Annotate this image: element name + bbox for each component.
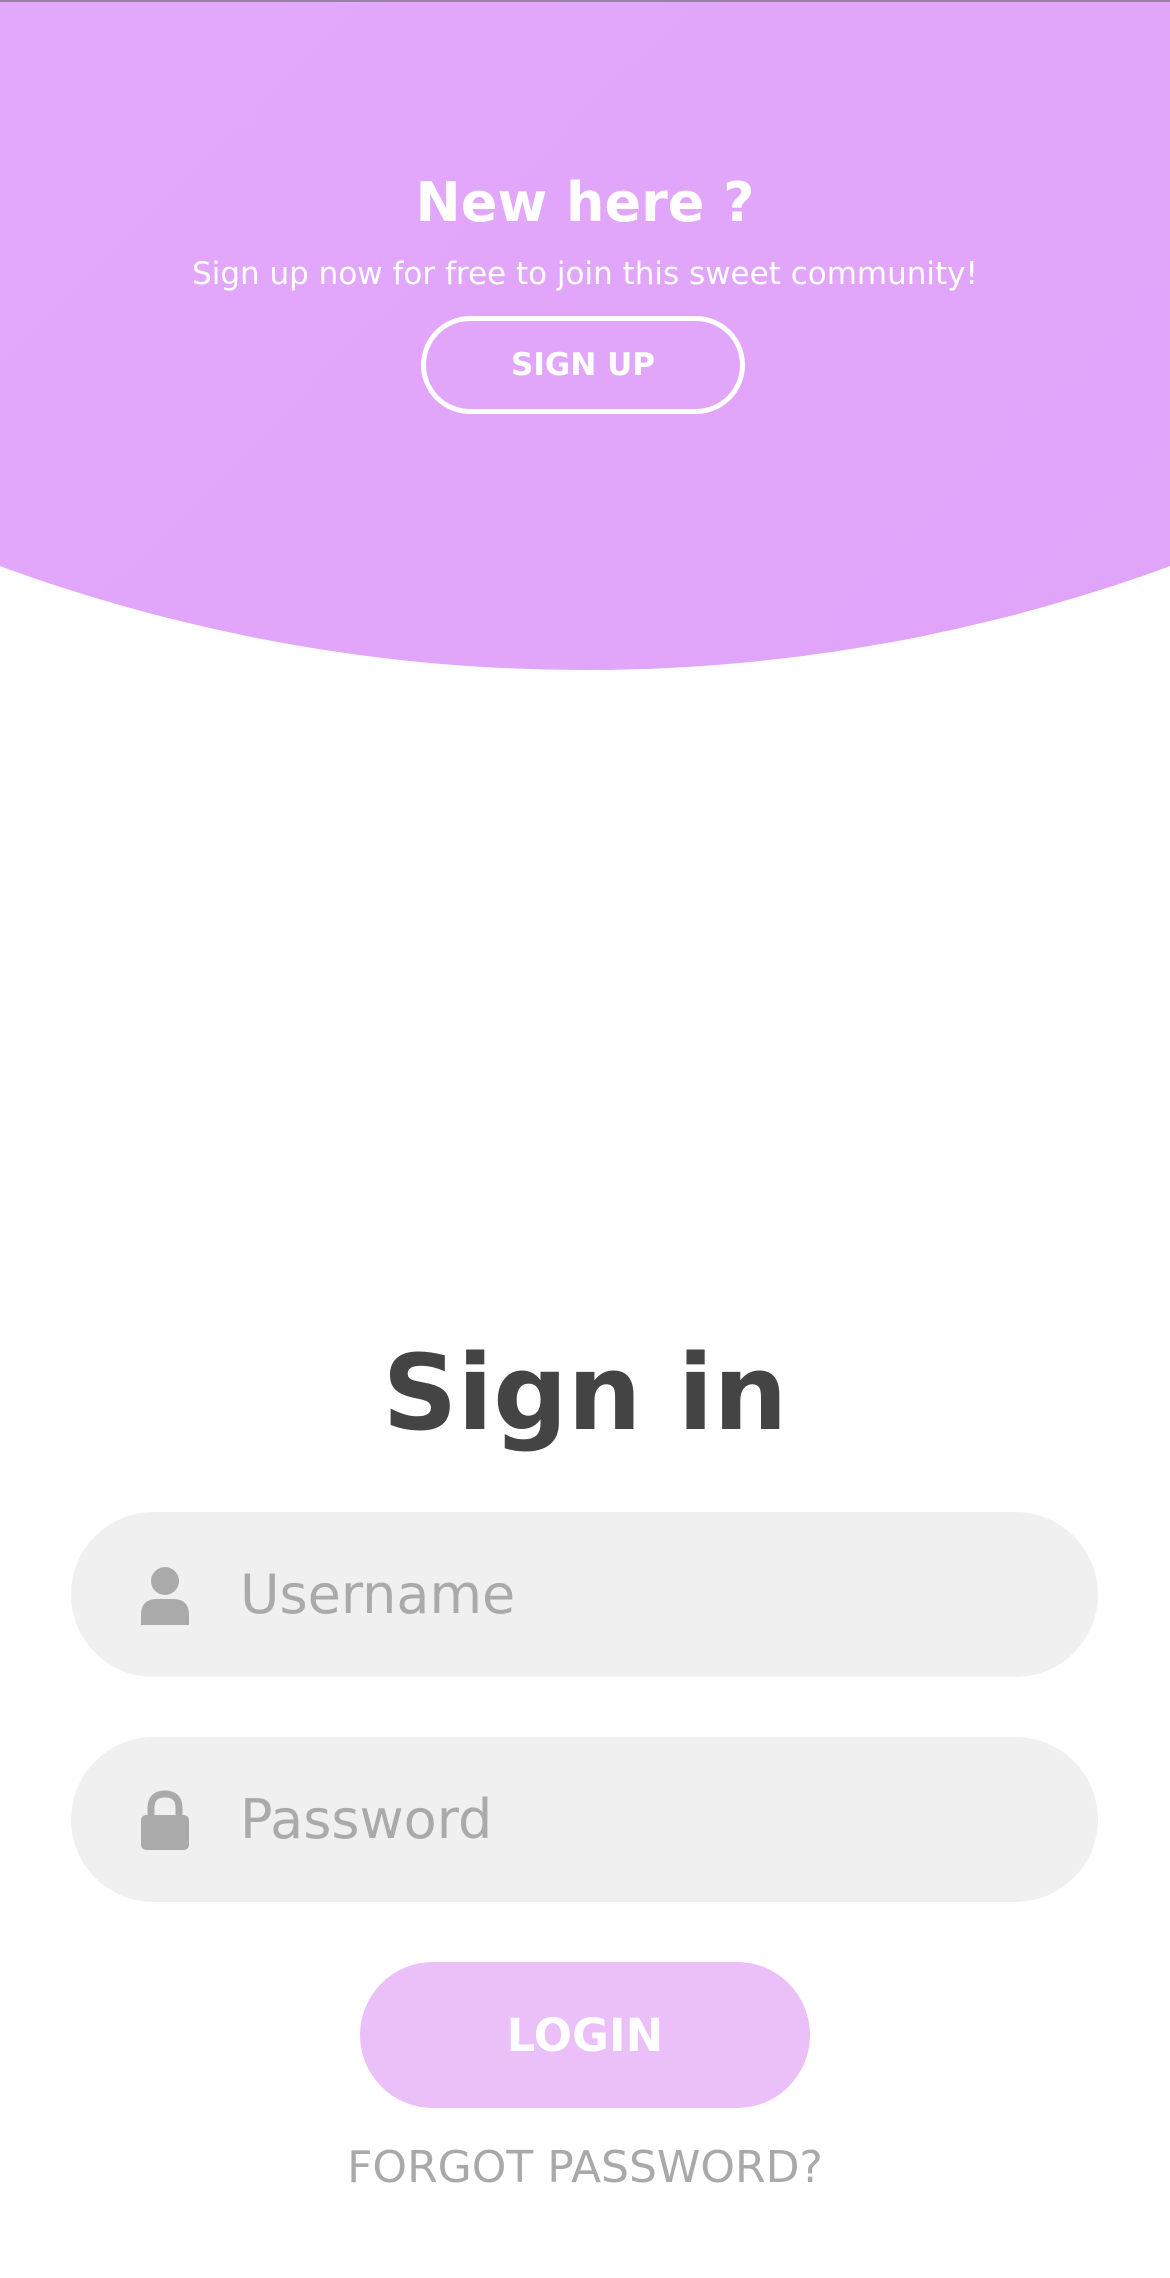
username-placeholder: Username: [240, 1563, 516, 1626]
signup-panel-subtitle: Sign up now for free to join this sweet …: [192, 256, 978, 292]
top-border: [0, 0, 1170, 2]
signin-title: Sign in: [382, 1332, 788, 1454]
forgot-password-link[interactable]: FORGOT PASSWORD?: [0, 2138, 1170, 2198]
signup-panel-title: New here ?: [415, 171, 755, 234]
user-icon: [139, 1565, 191, 1625]
signup-button[interactable]: SIGN UP: [421, 316, 745, 414]
login-button[interactable]: LOGIN: [360, 1962, 810, 2108]
lock-icon: [139, 1789, 191, 1850]
username-field[interactable]: Username: [71, 1512, 1098, 1677]
password-field[interactable]: Password: [71, 1737, 1098, 1902]
password-placeholder: Password: [240, 1788, 493, 1851]
